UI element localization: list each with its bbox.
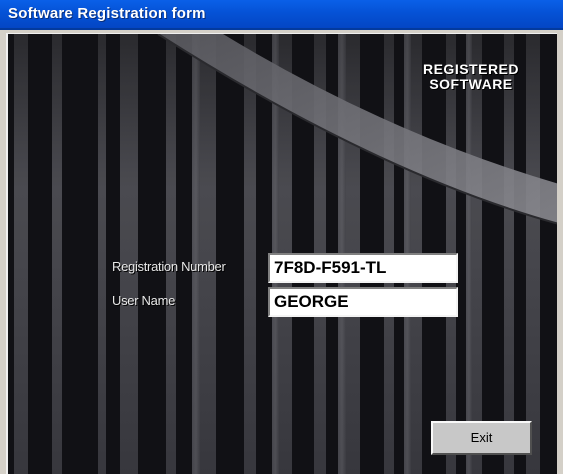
stamp-line-2: SOFTWARE	[429, 76, 513, 92]
form-client-area: REGISTERED SOFTWARE Registration Number …	[6, 33, 557, 474]
exit-button[interactable]: Exit	[431, 421, 532, 455]
window-title: Software Registration form	[8, 5, 206, 22]
user-name-field[interactable]	[268, 287, 458, 317]
registered-software-stamp: REGISTERED SOFTWARE	[423, 62, 519, 92]
title-bar[interactable]: Software Registration form	[0, 0, 563, 30]
registration-number-label: Registration Number	[112, 259, 226, 274]
stamp-line-1: REGISTERED	[422, 61, 519, 77]
user-name-label: User Name	[112, 293, 176, 308]
registration-number-field[interactable]	[268, 253, 458, 283]
registration-window: Software Registration form REGISTERED SO…	[0, 0, 563, 474]
